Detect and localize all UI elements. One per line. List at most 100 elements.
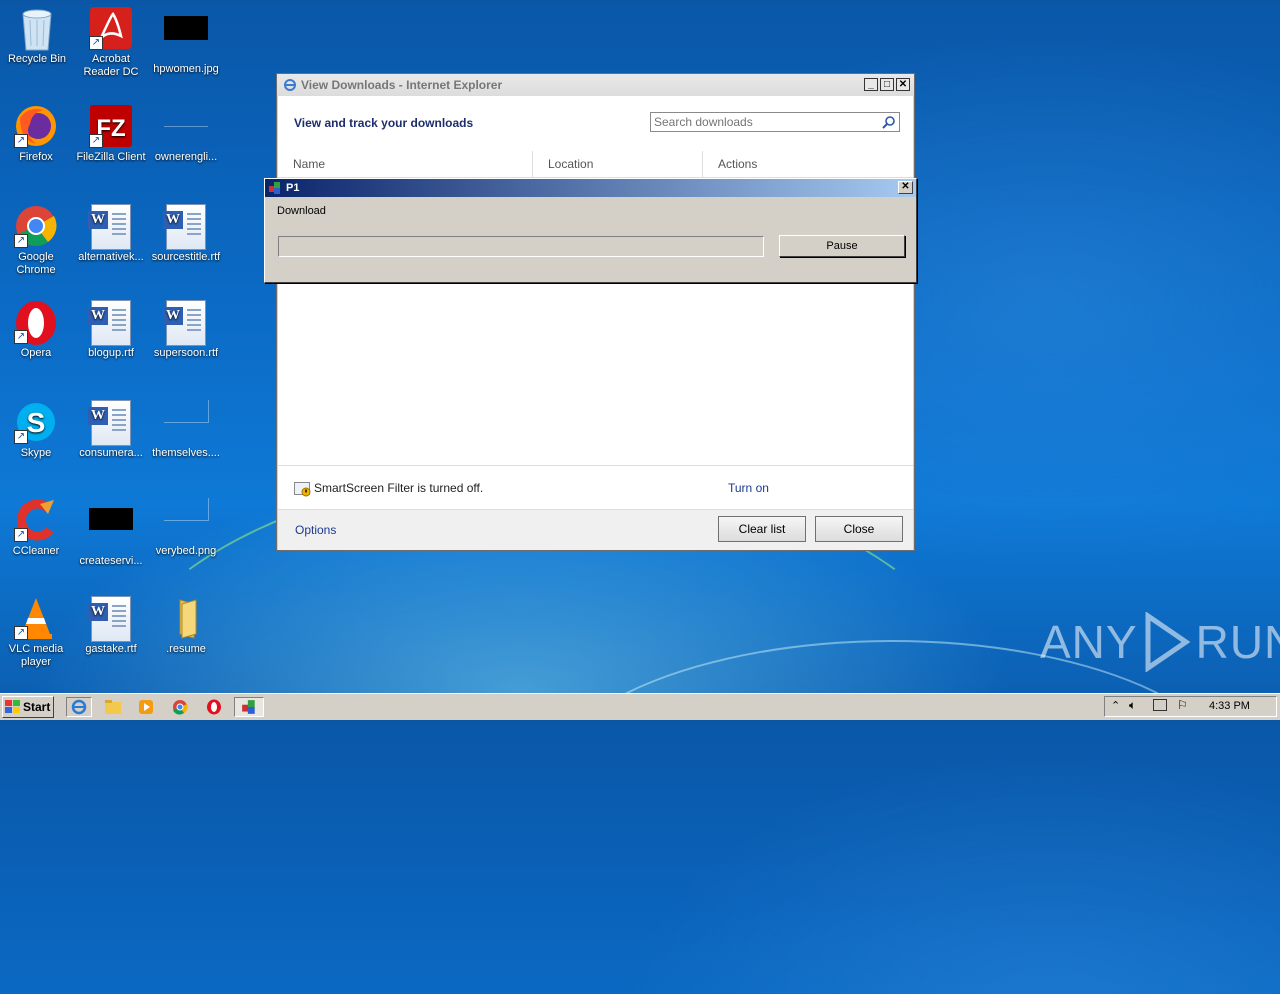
image-file-icon <box>164 498 209 542</box>
desktop-icon-themselves[interactable]: themselves.... <box>149 400 223 460</box>
windows-logo-icon <box>5 700 20 713</box>
clock[interactable]: 4:33 PM <box>1209 700 1250 712</box>
p1-download-dialog[interactable]: P1 ✕ Download Pause <box>264 178 917 283</box>
taskbar-p1-button[interactable] <box>234 697 264 717</box>
desktop-icon-label: ownerengli... <box>154 151 218 163</box>
filezilla-icon: FZ ↗ <box>89 104 133 148</box>
action-center-flag-icon[interactable]: ⚐ <box>1177 698 1188 712</box>
clear-list-button[interactable]: Clear list <box>718 516 806 542</box>
desktop-icon-vlc[interactable]: ↗ VLC media player <box>0 596 73 669</box>
close-button[interactable]: Close <box>815 516 903 542</box>
desktop-icon-opera[interactable]: ↗ Opera <box>0 300 73 360</box>
chrome-icon <box>173 700 188 715</box>
desktop-icon-label: Firefox <box>19 151 53 163</box>
image-file-icon <box>164 16 208 60</box>
desktop-icon-ownerengli[interactable]: ownerengli... <box>149 104 223 164</box>
desktop-icon-acrobat-reader[interactable]: ↗ Acrobat Reader DC <box>74 6 148 79</box>
desktop-icon-sourcestitle[interactable]: W sourcestitle.rtf <box>149 204 223 264</box>
desktop-icon-label: alternativek... <box>78 251 144 263</box>
view-downloads-window[interactable]: View Downloads - Internet Explorer _ □ ✕… <box>276 73 915 551</box>
opera-icon <box>207 699 221 715</box>
downloads-footer: Options Clear list Close <box>278 509 913 550</box>
network-icon[interactable] <box>1153 699 1167 711</box>
pause-button[interactable]: Pause <box>779 235 905 257</box>
dialog-title: P1 <box>286 182 300 194</box>
desktop-icon-supersoon[interactable]: W supersoon.rtf <box>149 300 223 360</box>
smartscreen-status-text: SmartScreen Filter is turned off. <box>314 481 484 495</box>
desktop-icon-label: .resume <box>166 643 206 655</box>
firefox-icon: ↗ <box>14 104 58 148</box>
desktop-icon-label: consumera... <box>79 447 143 459</box>
desktop-icon-google-chrome[interactable]: ↗ Google Chrome <box>0 204 73 277</box>
start-button[interactable]: Start <box>2 696 54 718</box>
close-window-button[interactable]: ✕ <box>896 78 910 91</box>
desktop-icon-blogup[interactable]: W blogup.rtf <box>74 300 148 360</box>
app-icon <box>269 182 280 194</box>
system-tray: ⌃ 🔈︎ ⚐ 4:33 PM <box>1104 696 1277 717</box>
blank-file-icon <box>164 400 209 444</box>
options-link[interactable]: Options <box>295 523 336 537</box>
search-downloads-input[interactable] <box>650 112 900 132</box>
maximize-button[interactable]: □ <box>880 78 894 91</box>
column-header-actions[interactable]: Actions <box>703 151 913 177</box>
dialog-titlebar[interactable]: P1 <box>265 179 916 197</box>
desktop-icon-alternativek[interactable]: W alternativek... <box>74 204 148 264</box>
taskbar-opera-button[interactable] <box>201 697 227 717</box>
desktop-icon-verybed[interactable]: verybed.png <box>149 498 223 558</box>
recycle-bin-icon <box>15 6 59 51</box>
desktop-icon-label: Skype <box>20 447 52 459</box>
taskbar-ie-button[interactable] <box>66 697 92 717</box>
download-progress-bar <box>278 236 764 257</box>
taskbar-explorer-button[interactable] <box>100 697 126 717</box>
desktop-icon-resume[interactable]: .resume <box>149 596 223 656</box>
blank-file-icon <box>164 104 208 148</box>
ccleaner-icon: ↗ <box>14 498 58 542</box>
turn-on-link[interactable]: Turn on <box>728 481 769 495</box>
desktop-icon-label: Acrobat Reader DC <box>83 53 139 78</box>
desktop-icon-gastake[interactable]: W gastake.rtf <box>74 596 148 656</box>
download-label: Download <box>277 205 326 217</box>
desktop-icon-skype[interactable]: S ↗ Skype <box>0 400 73 460</box>
play-logo-icon <box>1145 612 1191 672</box>
desktop-icon-label: Recycle Bin <box>7 53 67 65</box>
desktop-icon-label: VLC media player <box>8 643 64 668</box>
search-icon[interactable] <box>882 115 896 129</box>
desktop-icon-consumera[interactable]: W consumera... <box>74 400 148 460</box>
watermark-text-right: RUN <box>1195 616 1280 668</box>
word-document-icon: W <box>163 300 208 346</box>
show-hidden-icons-icon[interactable]: ⌃ <box>1111 699 1120 712</box>
minimize-button[interactable]: _ <box>864 78 878 91</box>
smartscreen-bar: SmartScreen Filter is turned off. Turn o… <box>278 465 913 510</box>
media-player-icon <box>139 700 153 714</box>
desktop-icon-ccleaner[interactable]: ↗ CCleaner <box>0 498 73 558</box>
desktop-icon-recycle-bin[interactable]: Recycle Bin <box>0 6 74 66</box>
column-header-location[interactable]: Location <box>533 151 703 177</box>
desktop-icon-createservi[interactable]: createservi... <box>74 498 148 568</box>
downloads-heading: View and track your downloads <box>294 116 474 130</box>
dialog-close-button[interactable]: ✕ <box>898 181 913 194</box>
shortcut-arrow-icon: ↗ <box>14 430 28 444</box>
smartscreen-warning-icon <box>294 482 311 497</box>
word-document-icon: W <box>88 204 133 250</box>
wallpaper-swirl <box>540 640 1244 944</box>
folder-icon <box>105 700 121 714</box>
svg-text:S: S <box>27 407 46 438</box>
internet-explorer-icon <box>284 79 296 91</box>
watermark-text-left: ANY <box>1040 616 1138 668</box>
image-file-icon <box>89 508 133 552</box>
desktop-icon-label: supersoon.rtf <box>153 347 219 359</box>
desktop-icon-hpwomen[interactable]: hpwomen.jpg <box>149 6 223 76</box>
word-document-icon: W <box>88 300 133 346</box>
desktop-icon-label: hpwomen.jpg <box>153 63 219 75</box>
shortcut-arrow-icon: ↗ <box>14 234 28 248</box>
desktop-icon-label: FileZilla Client <box>76 151 146 163</box>
taskbar-chrome-button[interactable] <box>167 697 193 717</box>
volume-icon[interactable]: 🔈︎ <box>1129 698 1136 713</box>
acrobat-icon: ↗ <box>89 6 133 50</box>
column-header-name[interactable]: Name <box>278 151 533 177</box>
desktop-icon-filezilla[interactable]: FZ ↗ FileZilla Client <box>74 104 148 164</box>
window-titlebar[interactable]: View Downloads - Internet Explorer _ □ ✕ <box>277 74 914 96</box>
desktop-icon-firefox[interactable]: ↗ Firefox <box>0 104 73 164</box>
desktop-icon-label: sourcestitle.rtf <box>151 251 221 263</box>
taskbar-media-player-button[interactable] <box>133 697 159 717</box>
